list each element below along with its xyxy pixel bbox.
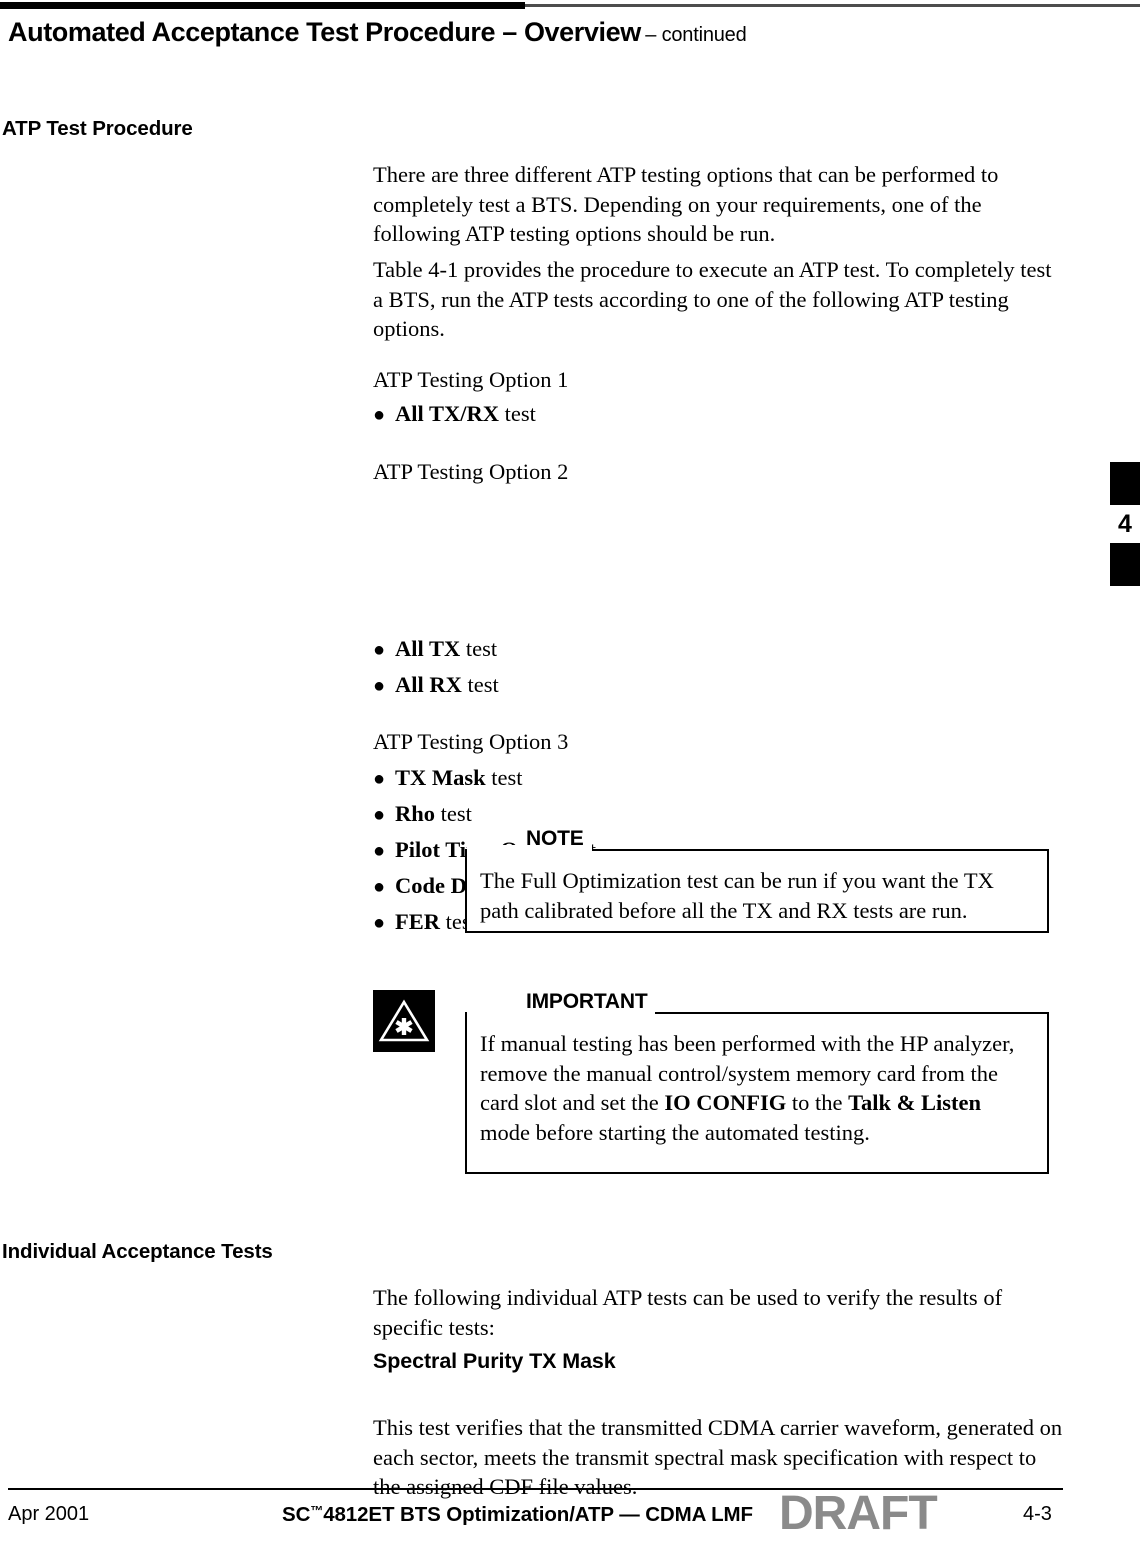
list-item: ● TX Mask test (373, 763, 523, 794)
list-item: ● All TX test (373, 634, 497, 665)
footer-title-suffix: 4812ET BTS Optimization/ATP — CDMA LMF (323, 1503, 753, 1526)
bullet-icon: ● (373, 840, 386, 862)
option-title-3: ATP Testing Option 3 (373, 729, 569, 754)
bullet-icon: ● (373, 804, 386, 826)
list-item: ● FER test (373, 907, 477, 938)
list-item-suffix: test (461, 672, 499, 697)
chapter-tab-number: 4 (1118, 510, 1132, 538)
list-item-term: Rho (395, 801, 436, 826)
paragraph-block-2: Table 4-1 provides the procedure to exec… (373, 255, 1063, 344)
footer-page-number: 4-3 (1023, 1503, 1052, 1525)
important-text-part-2: to the (786, 1090, 849, 1115)
important-text-part-3: mode before starting the automated testi… (480, 1119, 870, 1145)
asterisk-triangle-icon (373, 990, 435, 1052)
header-rule-thin (525, 4, 1140, 7)
list-item-term: All TX/RX (395, 401, 499, 426)
bullet-icon: ● (373, 675, 386, 697)
paragraph-text: Table 4-1 provides the procedure to exec… (373, 257, 1052, 341)
option-title-2: ATP Testing Option 2 (373, 459, 569, 484)
bullet-icon: ● (373, 639, 386, 661)
paragraph-block-3: The following individual ATP tests can b… (373, 1283, 1063, 1342)
chapter-tab-block-top (1110, 462, 1140, 505)
list-item: ● Rho test (373, 799, 472, 830)
footer-title-prefix: SC (282, 1503, 311, 1526)
list-item: ● All TX/RX test (373, 399, 536, 430)
running-head-title: Automated Acceptance Test Procedure – Ov… (8, 17, 641, 47)
side-head-individual-acceptance-tests: Individual Acceptance Tests (2, 1240, 273, 1263)
header-rule-thick (0, 2, 525, 9)
important-text-bold-1: IO CONFIG (664, 1090, 787, 1115)
bullet-icon: ● (373, 404, 386, 426)
list-item-term: FER (395, 909, 440, 934)
list-item-suffix: test (485, 765, 523, 790)
footer-title: SC™4812ET BTS Optimization/ATP — CDMA LM… (282, 1503, 753, 1527)
footer-date: Apr 2001 (8, 1503, 90, 1525)
paragraph-text: There are three different ATP testing op… (373, 162, 999, 246)
note-label: NOTE (518, 827, 592, 851)
list-item-suffix: test (435, 801, 472, 826)
running-head-continued: – continued (645, 24, 747, 46)
list-item: ● All RX test (373, 670, 499, 701)
sub-head-spectral-purity-tx-mask: Spectral Purity TX Mask (373, 1349, 616, 1373)
list-item-term: TX Mask (395, 765, 486, 790)
side-head-atp-test-procedure: ATP Test Procedure (2, 117, 193, 140)
running-head: Automated Acceptance Test Procedure – Ov… (8, 17, 747, 48)
bullet-icon: ● (373, 912, 386, 934)
list-item-term: All RX (395, 672, 462, 697)
bullet-icon: ● (373, 876, 386, 898)
list-item-term: All TX (395, 636, 461, 661)
paragraph-block-1: There are three different ATP testing op… (373, 160, 1063, 249)
trademark-icon: ™ (310, 1503, 324, 1518)
bullet-icon: ● (373, 768, 386, 790)
important-label: IMPORTANT (518, 990, 656, 1014)
important-text-bold-2: Talk & Listen (848, 1090, 982, 1115)
important-text: If manual testing has been performed wit… (480, 1029, 1032, 1147)
chapter-tab-block-bottom (1110, 543, 1140, 586)
option-title-1: ATP Testing Option 1 (373, 367, 569, 392)
paragraph-text: The following individual ATP tests can b… (373, 1285, 1003, 1340)
list-item-suffix: test (498, 401, 536, 426)
list-item-suffix: test (460, 636, 498, 661)
note-text: The Full Optimization test can be run if… (480, 868, 994, 923)
